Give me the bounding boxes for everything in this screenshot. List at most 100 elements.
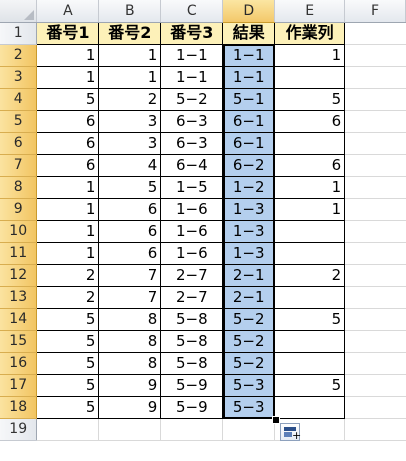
- row-header[interactable]: 2: [0, 44, 38, 67]
- cell-bango2[interactable]: 3: [98, 132, 162, 155]
- cell[interactable]: [344, 22, 406, 45]
- cell-kekka[interactable]: 2−1: [222, 264, 276, 287]
- cell-sagyoretsu[interactable]: [274, 396, 346, 419]
- cell-bango1[interactable]: 6: [36, 132, 100, 155]
- cell-bango3[interactable]: 1−1: [160, 44, 224, 67]
- cell[interactable]: [344, 198, 406, 221]
- cell-bango1[interactable]: 5: [36, 330, 100, 353]
- row-header[interactable]: 3: [0, 66, 38, 89]
- cell-bango2[interactable]: 7: [98, 264, 162, 287]
- row-header[interactable]: 9: [0, 198, 38, 221]
- cell-bango2[interactable]: 8: [98, 308, 162, 331]
- row-header[interactable]: 6: [0, 132, 38, 155]
- cell-kekka[interactable]: 1−3: [222, 198, 276, 221]
- cell-kekka[interactable]: 1−1: [222, 66, 276, 89]
- cell-bango3[interactable]: 1−6: [160, 242, 224, 265]
- cell[interactable]: [344, 66, 406, 89]
- cell-bango1[interactable]: 2: [36, 264, 100, 287]
- cell[interactable]: [344, 132, 406, 155]
- cell-bango2[interactable]: 2: [98, 88, 162, 111]
- cell[interactable]: [344, 88, 406, 111]
- row-header[interactable]: 17: [0, 374, 38, 397]
- cell-bango2[interactable]: 9: [98, 396, 162, 419]
- cell-kekka[interactable]: 5−2: [222, 330, 276, 353]
- row-header[interactable]: 13: [0, 286, 38, 309]
- cell-bango2[interactable]: 1: [98, 66, 162, 89]
- fill-handle[interactable]: [272, 416, 280, 424]
- cell-kekka[interactable]: 1−3: [222, 220, 276, 243]
- cell-bango1[interactable]: 1: [36, 242, 100, 265]
- cell[interactable]: [344, 220, 406, 243]
- cell-bango3[interactable]: 6−3: [160, 110, 224, 133]
- row-header[interactable]: 14: [0, 308, 38, 331]
- cell-bango1[interactable]: 6: [36, 154, 100, 177]
- cell[interactable]: [344, 154, 406, 177]
- cell[interactable]: [344, 44, 406, 67]
- cell-bango2[interactable]: 8: [98, 352, 162, 375]
- row-header[interactable]: 19: [0, 418, 38, 441]
- cell-bango1[interactable]: 1: [36, 220, 100, 243]
- cell-sagyoretsu[interactable]: 6: [274, 154, 346, 177]
- cell-bango3[interactable]: 5−8: [160, 352, 224, 375]
- column-header-f[interactable]: F: [344, 0, 406, 23]
- cell-sagyoretsu[interactable]: 1: [274, 176, 346, 199]
- cell-header-bango3[interactable]: 番号3: [160, 22, 224, 45]
- cell-kekka[interactable]: 5−3: [222, 374, 276, 397]
- cell-bango3[interactable]: 6−4: [160, 154, 224, 177]
- cell-sagyoretsu[interactable]: [274, 66, 346, 89]
- select-all-button[interactable]: [0, 0, 38, 23]
- cell-bango1[interactable]: 2: [36, 286, 100, 309]
- cell[interactable]: [98, 418, 162, 441]
- cell[interactable]: [344, 176, 406, 199]
- cell-sagyoretsu[interactable]: 5: [274, 374, 346, 397]
- cell-kekka[interactable]: 1−1: [222, 44, 276, 67]
- cell-bango2[interactable]: 5: [98, 176, 162, 199]
- cell-bango1[interactable]: 5: [36, 308, 100, 331]
- cell-bango2[interactable]: 8: [98, 330, 162, 353]
- cell-kekka[interactable]: 2−1: [222, 286, 276, 309]
- cell-bango2[interactable]: 3: [98, 110, 162, 133]
- cell-header-kekka[interactable]: 結果: [222, 22, 276, 45]
- cell-sagyoretsu[interactable]: [274, 132, 346, 155]
- cell-bango3[interactable]: 5−9: [160, 396, 224, 419]
- row-header[interactable]: 12: [0, 264, 38, 287]
- cell[interactable]: [222, 418, 276, 441]
- cell[interactable]: [344, 418, 406, 441]
- cell-bango3[interactable]: 5−9: [160, 374, 224, 397]
- column-header-a[interactable]: A: [36, 0, 100, 23]
- cell[interactable]: [344, 242, 406, 265]
- column-header-c[interactable]: C: [160, 0, 224, 23]
- cell-header-bango1[interactable]: 番号1: [36, 22, 100, 45]
- cell-bango3[interactable]: 2−7: [160, 264, 224, 287]
- row-header[interactable]: 1: [0, 22, 38, 45]
- row-header[interactable]: 18: [0, 396, 38, 419]
- cell[interactable]: [344, 264, 406, 287]
- cell[interactable]: [160, 418, 224, 441]
- cell-kekka[interactable]: 1−3: [222, 242, 276, 265]
- row-header[interactable]: 4: [0, 88, 38, 111]
- cell[interactable]: [344, 110, 406, 133]
- cell-sagyoretsu[interactable]: [274, 330, 346, 353]
- cell-bango2[interactable]: 4: [98, 154, 162, 177]
- cell-bango1[interactable]: 5: [36, 352, 100, 375]
- cell-sagyoretsu[interactable]: 2: [274, 264, 346, 287]
- cell-bango1[interactable]: 5: [36, 88, 100, 111]
- cell-bango3[interactable]: 5−2: [160, 88, 224, 111]
- row-header[interactable]: 10: [0, 220, 38, 243]
- cell-bango3[interactable]: 1−1: [160, 66, 224, 89]
- cell-sagyoretsu[interactable]: [274, 220, 346, 243]
- cell-sagyoretsu[interactable]: [274, 352, 346, 375]
- cell-bango1[interactable]: 1: [36, 44, 100, 67]
- cell-bango2[interactable]: 6: [98, 220, 162, 243]
- cell[interactable]: [344, 396, 406, 419]
- row-header[interactable]: 16: [0, 352, 38, 375]
- cell-bango2[interactable]: 1: [98, 44, 162, 67]
- cell-kekka[interactable]: 5−2: [222, 352, 276, 375]
- cell-bango1[interactable]: 5: [36, 374, 100, 397]
- cell-bango1[interactable]: 1: [36, 198, 100, 221]
- cell-bango3[interactable]: 5−8: [160, 308, 224, 331]
- cell-kekka[interactable]: 6−2: [222, 154, 276, 177]
- cell-sagyoretsu[interactable]: [274, 242, 346, 265]
- cell[interactable]: [344, 308, 406, 331]
- column-header-e[interactable]: E: [274, 0, 346, 23]
